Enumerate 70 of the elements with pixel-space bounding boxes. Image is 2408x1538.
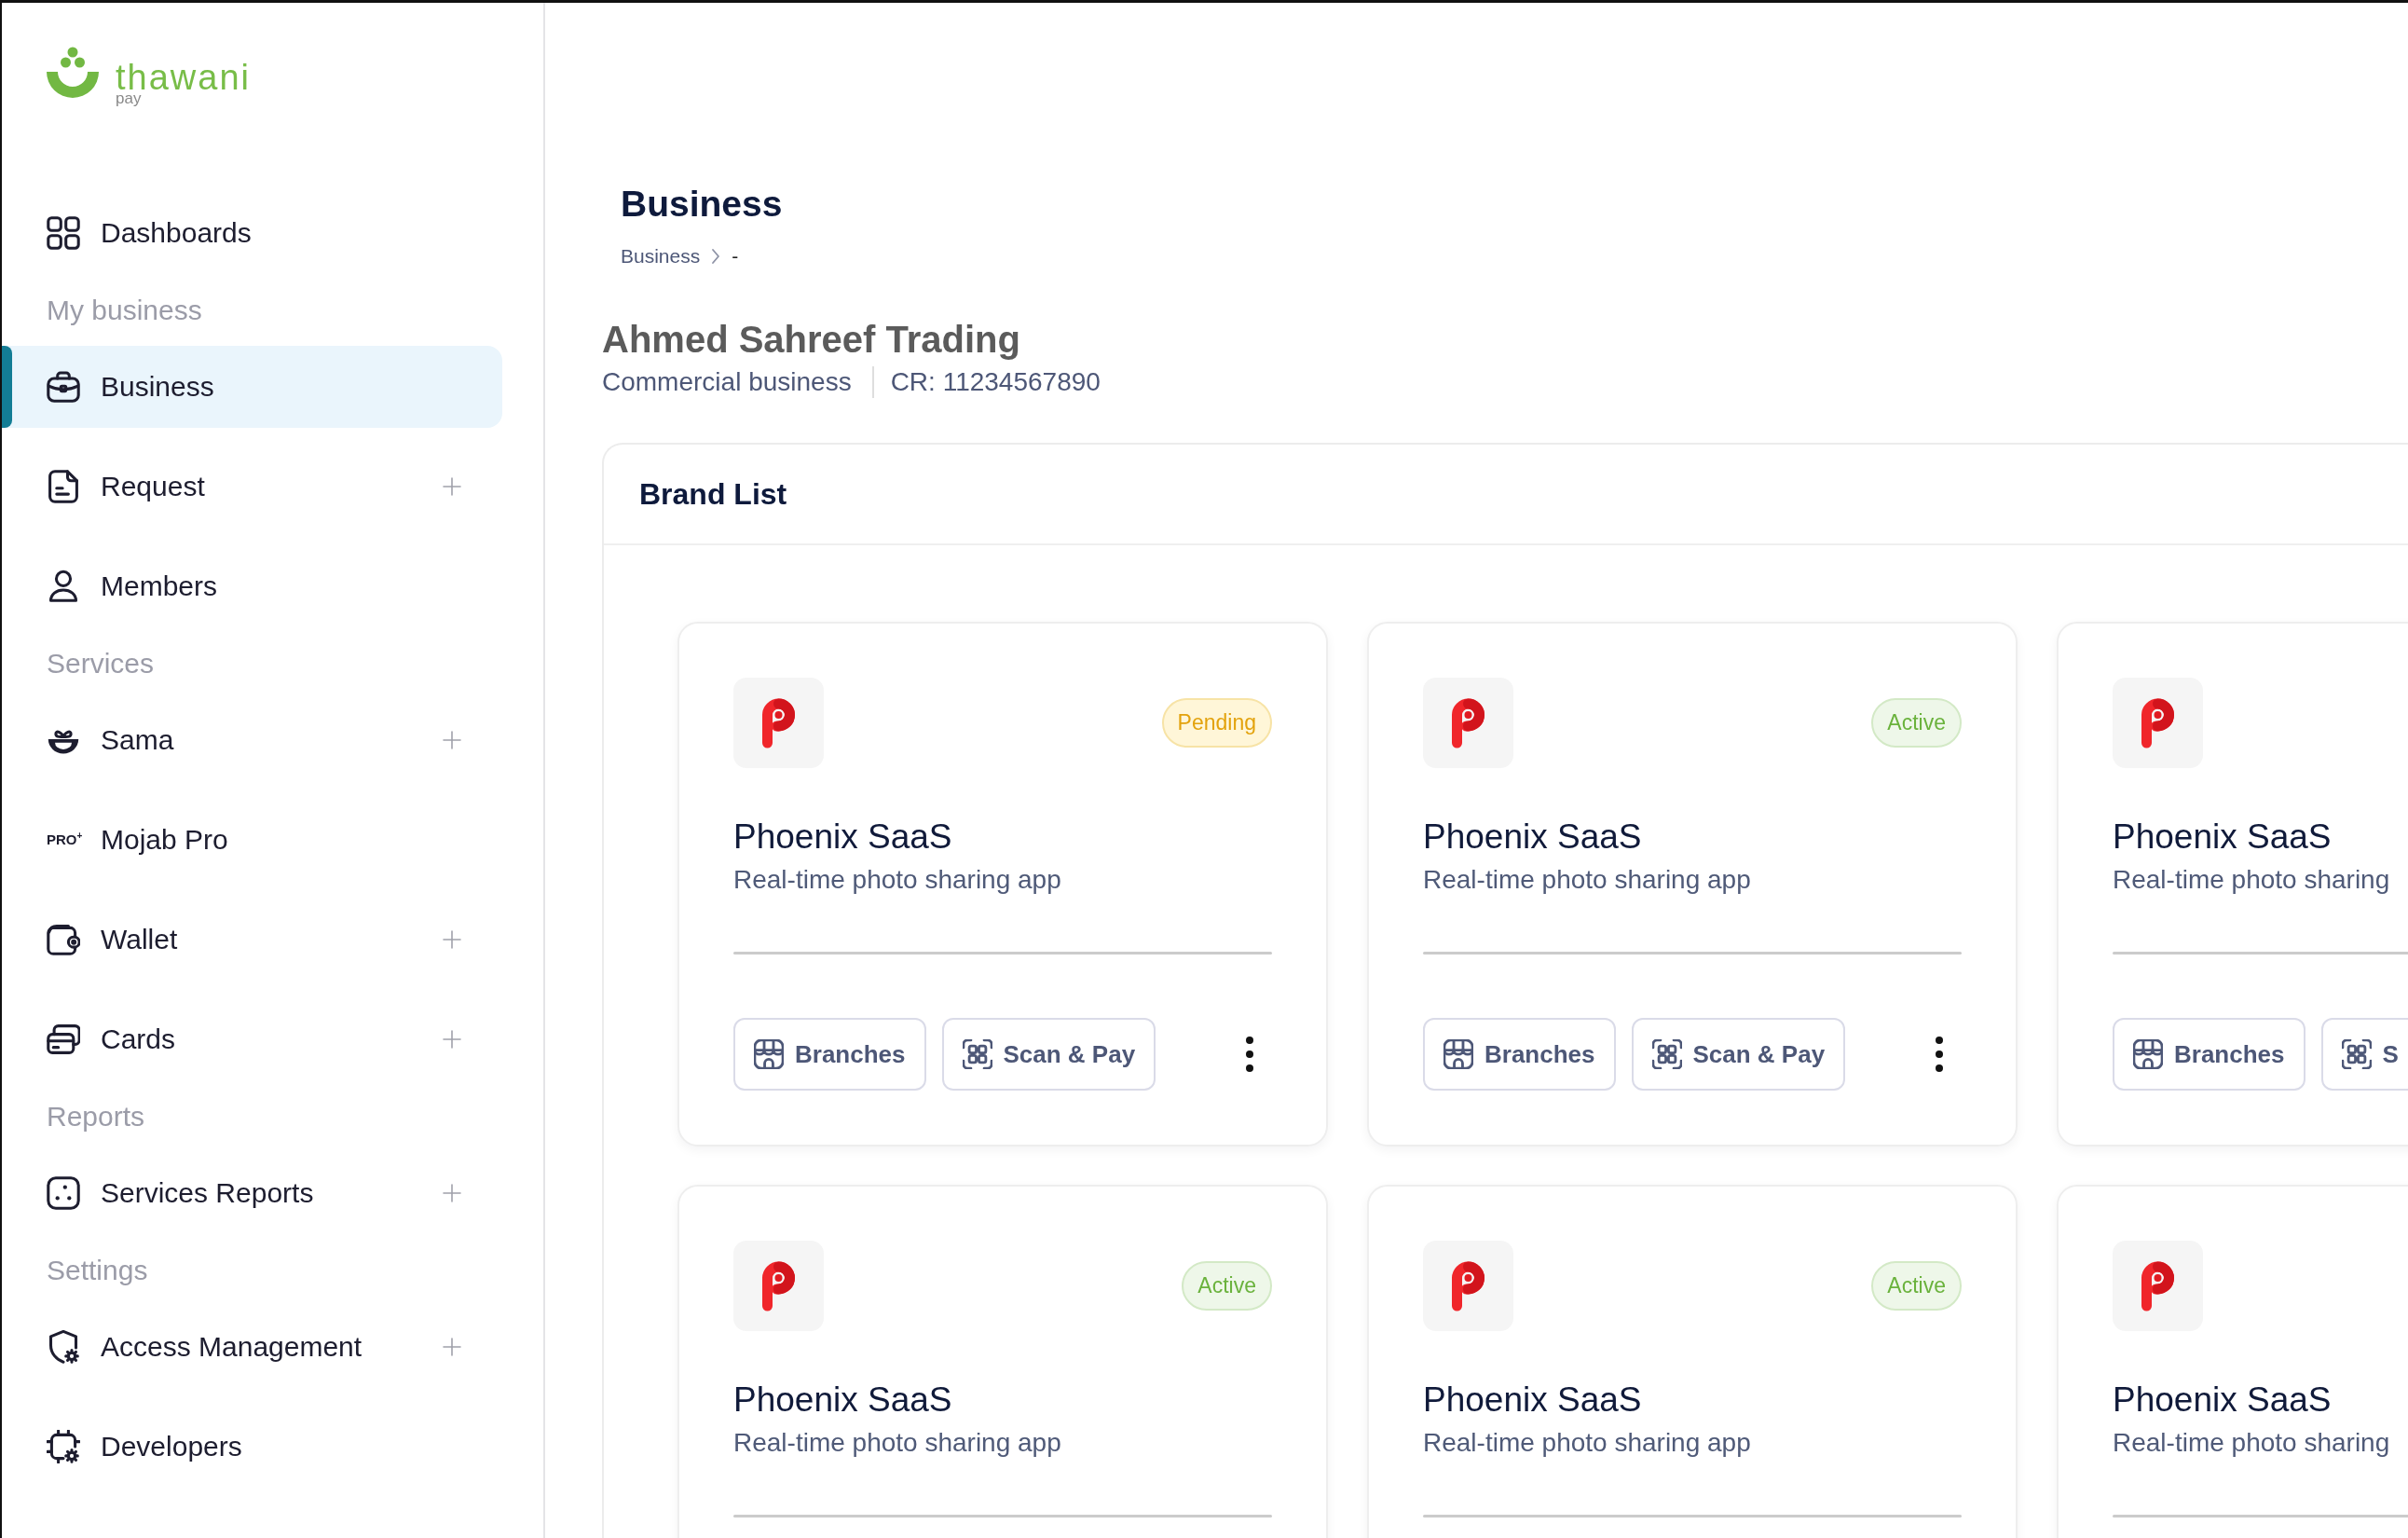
user-icon — [47, 569, 80, 603]
scan-pay-button[interactable]: Scan & Pay — [941, 1018, 1156, 1091]
breadcrumb-current: - — [732, 244, 739, 269]
sidebar-item[interactable]: Access Management — [2, 1305, 502, 1388]
brand-description: Real-time photo sharing app — [733, 1427, 1061, 1459]
panel-title: Brand List — [639, 476, 787, 513]
brand-name: Phoenix SaaS — [1423, 1380, 1642, 1421]
sidebar-item[interactable]: Business — [2, 345, 502, 428]
wallet-icon — [47, 922, 80, 956]
nav-section-label: Settings — [47, 1253, 148, 1287]
document-icon — [47, 469, 80, 503]
brand-name: Phoenix SaaS — [1423, 817, 1642, 858]
status-badge: Active — [1871, 1261, 1962, 1311]
nav-section-label: Reports — [47, 1099, 145, 1133]
scan-pay-button[interactable]: S — [2320, 1018, 2408, 1091]
sidebar-item[interactable]: Request — [2, 445, 502, 528]
sidebar-item[interactable]: PRO$^{+}$ Mojab Pro — [2, 798, 502, 881]
brand-description: Real-time photo sharing app — [733, 864, 1061, 896]
status-badge: Active — [1871, 698, 1962, 748]
storefront-icon — [2133, 1039, 2163, 1069]
qr-code-icon — [2341, 1039, 2372, 1069]
sidebar-item[interactable]: Dashboards — [2, 191, 502, 274]
branches-button[interactable]: Branches — [733, 1018, 926, 1091]
cards-icon — [47, 1022, 80, 1056]
nav-section-label: Services — [47, 646, 155, 680]
logo-icon — [45, 47, 101, 99]
sidebar-item[interactable]: Wallet — [2, 898, 502, 981]
company-name: Ahmed Sahreef Trading — [602, 318, 1020, 362]
qr-code-icon — [962, 1039, 992, 1069]
dice-icon — [47, 1175, 80, 1210]
kebab-menu-icon[interactable] — [1935, 1036, 1944, 1073]
scan-pay-button[interactable]: Scan & Pay — [1631, 1018, 1846, 1091]
shield-gear-icon — [47, 1329, 80, 1364]
page-title: Business — [621, 183, 783, 226]
brand-name: Phoenix SaaS — [733, 1380, 952, 1421]
grid-icon — [47, 215, 80, 250]
brand-name: Phoenix SaaS — [2113, 817, 2332, 858]
business-type: Commercial business — [602, 366, 852, 398]
storefront-icon — [754, 1039, 784, 1069]
qr-code-icon — [1651, 1039, 1682, 1069]
p-logo-icon — [2113, 1241, 2203, 1331]
pro-label: PRO$^{+}$ — [47, 832, 80, 846]
sidebar-item[interactable]: Services Reports — [2, 1151, 502, 1234]
brand-description: Real-time photo sharing app — [1423, 864, 1751, 896]
p-logo-icon — [1423, 1241, 1513, 1331]
p-logo-icon — [733, 1241, 824, 1331]
p-logo-icon — [1423, 678, 1513, 768]
status-badge: Active — [1182, 1261, 1272, 1311]
nav-section-label: My business — [47, 293, 202, 327]
registration-number: CR: 11234567890 — [890, 366, 1101, 398]
chip-gear-icon — [47, 1429, 80, 1463]
sidebar-item[interactable]: Sama — [2, 698, 502, 781]
sidebar-item[interactable]: Cards — [2, 997, 502, 1080]
brand-description: Real-time photo sharing — [2113, 1427, 2390, 1459]
briefcase-icon — [47, 369, 80, 404]
branches-button[interactable]: Branches — [1423, 1018, 1616, 1091]
brand-name: Phoenix SaaS — [2113, 1380, 2332, 1421]
chevron-right-icon — [711, 248, 721, 265]
p-logo-icon — [733, 678, 824, 768]
sidebar-item[interactable]: Members — [2, 544, 502, 627]
breadcrumb-link[interactable]: Business — [621, 241, 701, 271]
branches-button[interactable]: Branches — [2113, 1018, 2305, 1091]
p-logo-icon — [2113, 678, 2203, 768]
brand-name: Phoenix SaaS — [733, 817, 952, 858]
storefront-icon — [1443, 1039, 1473, 1069]
sidebar-item[interactable]: Developers — [2, 1405, 502, 1488]
brand-description: Real-time photo sharing — [2113, 864, 2390, 896]
brand-description: Real-time photo sharing app — [1423, 1427, 1751, 1459]
kebab-menu-icon[interactable] — [1245, 1036, 1254, 1073]
status-badge: Pending — [1161, 698, 1272, 748]
